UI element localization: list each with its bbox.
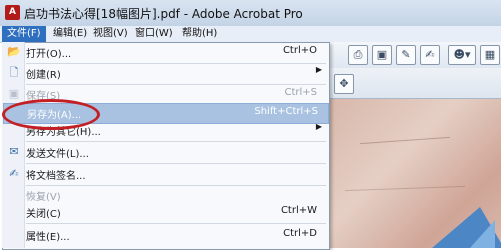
envelope-icon: ✉ [9,145,19,158]
menu-open[interactable]: 📂 打开(O)... Ctrl+O [3,43,327,62]
menu-file[interactable]: 文件(F) [2,26,46,42]
taskbar-decoration [470,220,495,248]
toolbar: ⎙ ▣ ✎ ✍ ☻▾ ▦ [330,42,501,69]
menu-properties[interactable]: 属性(E)... Ctrl+D [3,226,327,245]
menu-save-shortcut: Ctrl+S [284,87,317,98]
menu-bar: 文件(F) 编辑(E) 视图(V) 窗口(W) 帮助(H) [0,26,501,43]
menu-view[interactable]: 视图(V) [88,26,133,42]
save-icon: ▣ [8,87,20,100]
user-icon[interactable]: ☻▾ [448,45,476,65]
acrobat-icon: A [5,5,20,20]
menu-properties-shortcut: Ctrl+D [283,228,317,239]
print-icon[interactable]: ⎙ [348,45,368,65]
menu-open-label: 打开(O)... [26,49,72,60]
folder-open-icon: 📂 [7,45,21,58]
menu-revert-label: 恢复(V) [26,192,61,203]
menu-edit[interactable]: 编辑(E) [48,26,92,42]
menu-help[interactable]: 帮助(H) [177,26,222,42]
fit-page-icon[interactable]: ✥ [334,74,354,94]
menu-save-as-shortcut: Shift+Ctrl+S [254,106,318,117]
menu-create-label: 创建(R) [26,70,61,81]
menu-window[interactable]: 窗口(W) [130,26,178,42]
create-pdf-icon: 🗋 [9,66,19,79]
menu-separator [26,163,326,164]
menu-send-file[interactable]: ✉ 发送文件(L)... [3,143,327,162]
menu-create[interactable]: 🗋 创建(R) ▶ [3,64,327,83]
submenu-arrow-icon: ▶ [315,65,322,74]
secondary-toolbar: ✥ [330,68,501,99]
menu-close-shortcut: Ctrl+W [280,205,317,216]
window-title: 启功书法心得[18幅图片].pdf - Adobe Acrobat Pro [24,7,303,21]
options-icon[interactable]: ▦ [480,45,500,65]
highlight-circle-annotation [2,99,100,130]
menu-sign-document-label: 将文档签名... [26,171,86,182]
menu-open-shortcut: Ctrl+O [282,45,317,56]
attach-icon[interactable]: ✎ [396,45,416,65]
menu-send-file-label: 发送文件(L)... [26,149,89,160]
menu-separator [26,223,326,224]
sign-icon[interactable]: ✍ [420,45,440,65]
menu-properties-label: 属性(E)... [26,232,70,243]
menu-sign-document[interactable]: ✍ 将文档签名... [3,165,327,184]
submenu-arrow-icon: ▶ [315,122,322,131]
menu-close[interactable]: 关闭(C) Ctrl+W [3,203,327,222]
save-icon[interactable]: ▣ [372,45,392,65]
title-bar: A 启功书法心得[18幅图片].pdf - Adobe Acrobat Pro [0,0,501,27]
menu-separator [26,141,326,142]
menu-close-label: 关闭(C) [26,209,61,220]
sign-icon: ✍ [9,167,19,180]
